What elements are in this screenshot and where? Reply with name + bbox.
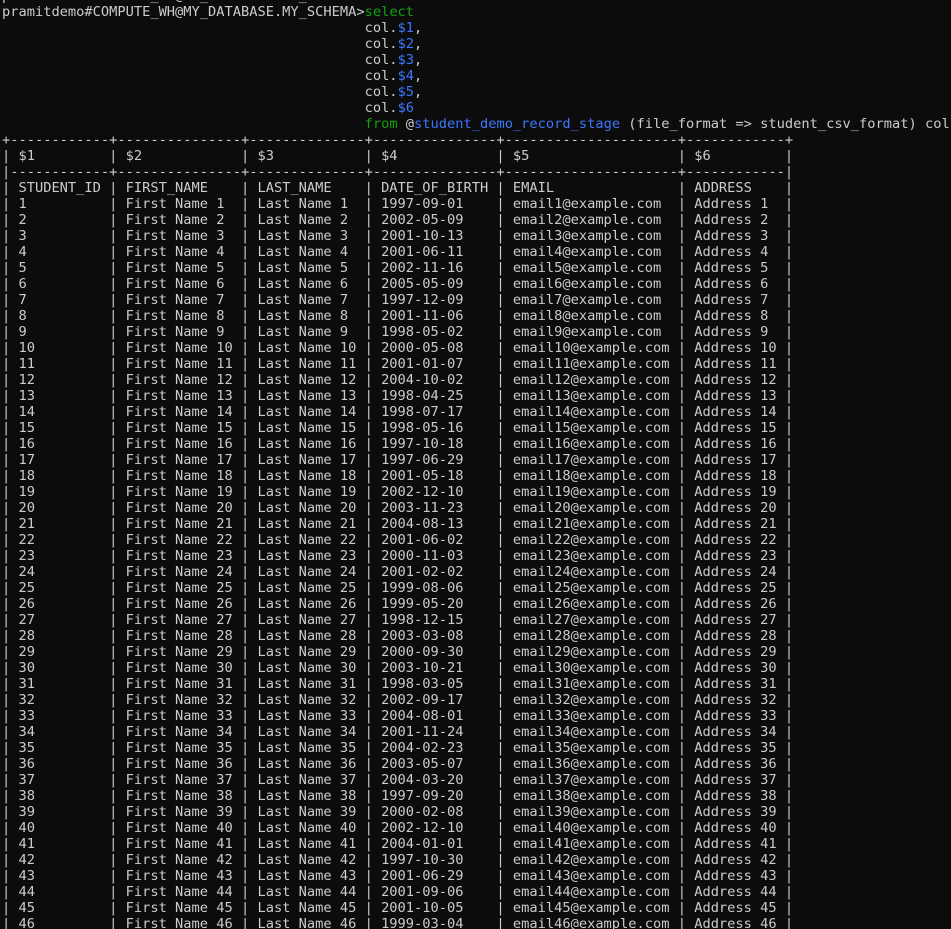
- column-variable: $5: [398, 84, 414, 100]
- table-header-row: | $1 | $2 | $3 | $4 | $5 | $6 |: [2, 148, 951, 164]
- column-prefix: col.: [2, 68, 398, 84]
- table-row: | 14 | First Name 14 | Last Name 14 | 19…: [2, 404, 951, 420]
- table-row: | 32 | First Name 32 | Last Name 32 | 20…: [2, 692, 951, 708]
- table-row: | 22 | First Name 22 | Last Name 22 | 20…: [2, 532, 951, 548]
- table-row: | 4 | First Name 4 | Last Name 4 | 2001-…: [2, 244, 951, 260]
- table-row: | 18 | First Name 18 | Last Name 18 | 20…: [2, 468, 951, 484]
- table-row: | 40 | First Name 40 | Last Name 40 | 20…: [2, 820, 951, 836]
- sql-column-line: col.$5,: [2, 84, 951, 100]
- column-suffix: ,: [414, 20, 422, 36]
- column-prefix: col.: [2, 20, 398, 36]
- table-row: | 12 | First Name 12 | Last Name 12 | 20…: [2, 372, 951, 388]
- table-row: | 2 | First Name 2 | Last Name 2 | 2002-…: [2, 212, 951, 228]
- sql-from-line: from @student_demo_record_stage (file_fo…: [2, 116, 951, 132]
- table-row: | 43 | First Name 43 | Last Name 43 | 20…: [2, 868, 951, 884]
- terminal-window[interactable]: pramitdemo#COMPUTE_WH@MY_DATABASE.MY_SCH…: [0, 0, 951, 929]
- select-keyword: select: [365, 4, 414, 20]
- table-row: | 38 | First Name 38 | Last Name 38 | 19…: [2, 788, 951, 804]
- result-table: +------------+---------------+----------…: [2, 132, 951, 929]
- table-row: | 46 | First Name 46 | Last Name 46 | 19…: [2, 916, 951, 929]
- column-prefix: col.: [2, 100, 398, 116]
- table-row: | 6 | First Name 6 | Last Name 6 | 2005-…: [2, 276, 951, 292]
- table-row: | 31 | First Name 31 | Last Name 31 | 19…: [2, 676, 951, 692]
- table-row: | 35 | First Name 35 | Last Name 35 | 20…: [2, 740, 951, 756]
- table-row: | 39 | First Name 39 | Last Name 39 | 20…: [2, 804, 951, 820]
- column-prefix: col.: [2, 36, 398, 52]
- table-row: | 9 | First Name 9 | Last Name 9 | 1998-…: [2, 324, 951, 340]
- sql-column-line: col.$4,: [2, 68, 951, 84]
- table-row: | 42 | First Name 42 | Last Name 42 | 19…: [2, 852, 951, 868]
- table-row: | 21 | First Name 21 | Last Name 21 | 20…: [2, 516, 951, 532]
- table-row: | 20 | First Name 20 | Last Name 20 | 20…: [2, 500, 951, 516]
- column-variable: $6: [398, 100, 414, 116]
- sql-column-line: col.$1,: [2, 20, 951, 36]
- table-row: | 13 | First Name 13 | Last Name 13 | 19…: [2, 388, 951, 404]
- table-row: | 5 | First Name 5 | Last Name 5 | 2002-…: [2, 260, 951, 276]
- table-row: | 45 | First Name 45 | Last Name 45 | 20…: [2, 900, 951, 916]
- prompt-line: pramitdemo#COMPUTE_WH@MY_DATABASE.MY_SCH…: [2, 4, 951, 20]
- table-row: | 17 | First Name 17 | Last Name 17 | 19…: [2, 452, 951, 468]
- column-suffix: ,: [414, 36, 422, 52]
- table-row: | 36 | First Name 36 | Last Name 36 | 20…: [2, 756, 951, 772]
- table-row: | 41 | First Name 41 | Last Name 41 | 20…: [2, 836, 951, 852]
- column-suffix: ,: [414, 84, 422, 100]
- column-prefix: col.: [2, 84, 398, 100]
- from-clause-tail: (file_format => student_csv_format) col;: [620, 116, 951, 132]
- continuation-indent: [2, 116, 365, 132]
- column-variable: $3: [398, 52, 414, 68]
- table-row: | 29 | First Name 29 | Last Name 29 | 20…: [2, 644, 951, 660]
- column-prefix: col.: [2, 52, 398, 68]
- column-variable: $4: [398, 68, 414, 84]
- table-row: | 33 | First Name 33 | Last Name 33 | 20…: [2, 708, 951, 724]
- table-row: | 8 | First Name 8 | Last Name 8 | 2001-…: [2, 308, 951, 324]
- table-row: | 23 | First Name 23 | Last Name 23 | 20…: [2, 548, 951, 564]
- stage-at-sign: @: [398, 116, 414, 132]
- table-row: | STUDENT_ID | FIRST_NAME | LAST_NAME | …: [2, 180, 951, 196]
- column-suffix: ,: [414, 68, 422, 84]
- table-row: | 1 | First Name 1 | Last Name 1 | 1997-…: [2, 196, 951, 212]
- column-variable: $1: [398, 20, 414, 36]
- table-row: | 27 | First Name 27 | Last Name 27 | 19…: [2, 612, 951, 628]
- from-keyword: from: [365, 116, 398, 132]
- table-top-border: +------------+---------------+----------…: [2, 132, 951, 148]
- table-row: | 11 | First Name 11 | Last Name 11 | 20…: [2, 356, 951, 372]
- table-row: | 19 | First Name 19 | Last Name 19 | 20…: [2, 484, 951, 500]
- table-row: | 37 | First Name 37 | Last Name 37 | 20…: [2, 772, 951, 788]
- column-variable: $2: [398, 36, 414, 52]
- table-row: | 28 | First Name 28 | Last Name 28 | 20…: [2, 628, 951, 644]
- table-row: | 24 | First Name 24 | Last Name 24 | 20…: [2, 564, 951, 580]
- table-row: | 10 | First Name 10 | Last Name 10 | 20…: [2, 340, 951, 356]
- table-row: | 26 | First Name 26 | Last Name 26 | 19…: [2, 596, 951, 612]
- table-row: | 15 | First Name 15 | Last Name 15 | 19…: [2, 420, 951, 436]
- sql-column-line: col.$6: [2, 100, 951, 116]
- table-row: | 30 | First Name 30 | Last Name 30 | 20…: [2, 660, 951, 676]
- table-row: | 25 | First Name 25 | Last Name 25 | 19…: [2, 580, 951, 596]
- prompt-text: pramitdemo#COMPUTE_WH@MY_DATABASE.MY_SCH…: [2, 4, 365, 20]
- sql-column-lines: col.$1, col.$2, col.$3, col.$4,: [2, 20, 951, 116]
- table-row: | 16 | First Name 16 | Last Name 16 | 19…: [2, 436, 951, 452]
- table-row: | 7 | First Name 7 | Last Name 7 | 1997-…: [2, 292, 951, 308]
- sql-column-line: col.$3,: [2, 52, 951, 68]
- table-row: | 34 | First Name 34 | Last Name 34 | 20…: [2, 724, 951, 740]
- terminal-buffer: pramitdemo#COMPUTE_WH@MY_DATABASE.MY_SCH…: [2, 0, 951, 929]
- table-row: | 44 | First Name 44 | Last Name 44 | 20…: [2, 884, 951, 900]
- stage-name: student_demo_record_stage: [414, 116, 620, 132]
- column-suffix: ,: [414, 52, 422, 68]
- table-row: | 3 | First Name 3 | Last Name 3 | 2001-…: [2, 228, 951, 244]
- sql-column-line: col.$2,: [2, 36, 951, 52]
- table-header-separator: |------------+---------------+----------…: [2, 164, 951, 180]
